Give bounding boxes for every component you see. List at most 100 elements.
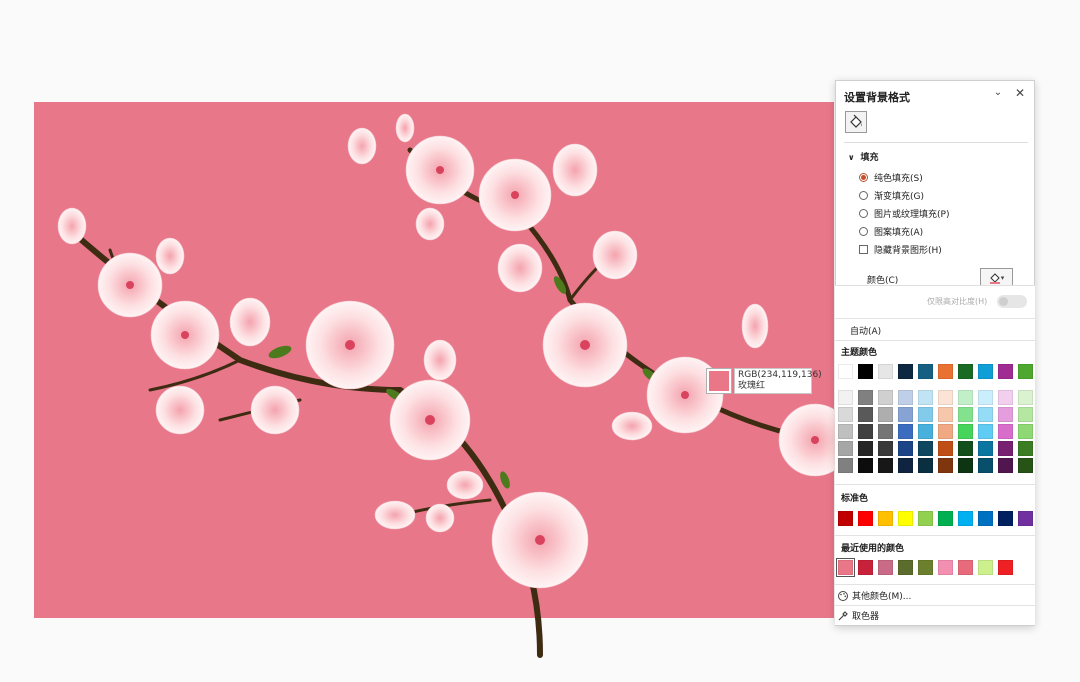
recent-color-swatch[interactable] [918, 560, 933, 575]
theme-shade-swatch[interactable] [998, 424, 1013, 439]
theme-shade-swatch[interactable] [918, 458, 933, 473]
theme-color-swatch[interactable] [958, 364, 973, 379]
theme-color-swatch[interactable] [1018, 364, 1033, 379]
theme-shade-swatch[interactable] [858, 424, 873, 439]
radio-pattern-fill[interactable] [859, 226, 868, 236]
theme-shade-swatch[interactable] [978, 390, 993, 405]
theme-shade-swatch[interactable] [958, 424, 973, 439]
theme-shade-swatch[interactable] [898, 424, 913, 439]
theme-shade-swatch[interactable] [958, 458, 973, 473]
theme-shade-swatch[interactable] [998, 407, 1013, 422]
gradient-fill-option[interactable]: 渐变填充(G) [859, 189, 924, 202]
radio-solid-fill[interactable] [859, 172, 868, 182]
standard-color-swatch[interactable] [838, 511, 853, 526]
standard-color-swatch[interactable] [858, 511, 873, 526]
slide-canvas[interactable] [34, 102, 834, 618]
theme-shade-swatch[interactable] [998, 441, 1013, 456]
theme-shade-swatch[interactable] [838, 390, 853, 405]
standard-color-swatch[interactable] [938, 511, 953, 526]
standard-color-swatch[interactable] [898, 511, 913, 526]
theme-shade-swatch[interactable] [958, 407, 973, 422]
standard-color-swatch[interactable] [1018, 511, 1033, 526]
theme-color-swatch[interactable] [898, 364, 913, 379]
theme-shade-swatch[interactable] [958, 441, 973, 456]
theme-color-swatch[interactable] [918, 364, 933, 379]
theme-color-swatch[interactable] [938, 364, 953, 379]
paint-bucket-icon [850, 114, 862, 128]
theme-shade-swatch[interactable] [938, 390, 953, 405]
theme-shade-swatch[interactable] [978, 458, 993, 473]
theme-shade-swatch[interactable] [978, 441, 993, 456]
theme-shade-swatch[interactable] [838, 458, 853, 473]
theme-shade-swatch[interactable] [838, 407, 853, 422]
theme-shade-swatch[interactable] [858, 458, 873, 473]
theme-shade-swatch[interactable] [958, 390, 973, 405]
radio-gradient-fill[interactable] [859, 190, 868, 200]
picked-color-preview [706, 368, 732, 394]
theme-shade-swatch[interactable] [898, 458, 913, 473]
theme-color-swatch[interactable] [978, 364, 993, 379]
theme-shade-swatch[interactable] [858, 441, 873, 456]
theme-shade-swatch[interactable] [998, 458, 1013, 473]
theme-shade-swatch[interactable] [858, 390, 873, 405]
recent-color-swatch[interactable] [958, 560, 973, 575]
theme-shade-swatch[interactable] [878, 441, 893, 456]
theme-shade-swatch[interactable] [1018, 407, 1033, 422]
fill-tab-button[interactable] [845, 111, 867, 133]
recent-color-swatch[interactable] [878, 560, 893, 575]
theme-shade-swatch[interactable] [898, 390, 913, 405]
standard-color-swatch[interactable] [918, 511, 933, 526]
high-contrast-toggle[interactable] [997, 295, 1027, 308]
theme-shade-swatch[interactable] [878, 390, 893, 405]
theme-shade-swatch[interactable] [858, 407, 873, 422]
solid-fill-option[interactable]: 纯色填充(S) [859, 171, 923, 184]
close-icon[interactable]: ✕ [1013, 86, 1027, 100]
hide-background-graphics-option[interactable]: 隐藏背景图形(H) [859, 243, 942, 256]
recent-color-swatch[interactable] [998, 560, 1013, 575]
hide-graphics-checkbox[interactable] [859, 244, 868, 254]
theme-shade-swatch[interactable] [838, 424, 853, 439]
theme-shade-swatch[interactable] [998, 390, 1013, 405]
standard-color-swatch[interactable] [878, 511, 893, 526]
theme-shade-swatch[interactable] [898, 407, 913, 422]
theme-shade-swatch[interactable] [978, 407, 993, 422]
recent-color-swatch[interactable] [978, 560, 993, 575]
recent-color-swatch[interactable] [938, 560, 953, 575]
theme-shade-swatch[interactable] [1018, 390, 1033, 405]
theme-shade-swatch[interactable] [938, 407, 953, 422]
theme-shade-swatch[interactable] [1018, 458, 1033, 473]
theme-color-swatch[interactable] [998, 364, 1013, 379]
standard-color-swatch[interactable] [978, 511, 993, 526]
theme-color-swatch[interactable] [858, 364, 873, 379]
theme-shade-swatch[interactable] [878, 458, 893, 473]
pattern-fill-option[interactable]: 图案填充(A) [859, 225, 923, 238]
theme-shade-swatch[interactable] [938, 458, 953, 473]
theme-shade-swatch[interactable] [1018, 424, 1033, 439]
theme-shade-swatch[interactable] [838, 441, 853, 456]
more-colors-option[interactable]: 其他颜色(M)... [837, 589, 911, 602]
eyedropper-option[interactable]: 取色器 [837, 609, 879, 622]
theme-shade-swatch[interactable] [918, 407, 933, 422]
fill-section-header[interactable]: ∨ 填充 [848, 150, 879, 163]
recent-color-swatch[interactable] [898, 560, 913, 575]
theme-shade-swatch[interactable] [918, 390, 933, 405]
theme-shade-swatch[interactable] [1018, 441, 1033, 456]
theme-shade-swatch[interactable] [918, 424, 933, 439]
radio-picture-fill[interactable] [859, 208, 868, 218]
chevron-down-icon[interactable]: ⌄ [991, 87, 1005, 101]
recent-color-swatch[interactable] [836, 558, 855, 577]
theme-shade-swatch[interactable] [938, 441, 953, 456]
recent-color-swatch[interactable] [858, 560, 873, 575]
theme-color-swatch[interactable] [838, 364, 853, 379]
picture-fill-option[interactable]: 图片或纹理填充(P) [859, 207, 949, 220]
theme-shade-swatch[interactable] [918, 441, 933, 456]
theme-shade-swatch[interactable] [878, 407, 893, 422]
automatic-color-option[interactable]: 自动(A) [850, 324, 881, 337]
theme-shade-swatch[interactable] [938, 424, 953, 439]
theme-shade-swatch[interactable] [978, 424, 993, 439]
standard-color-swatch[interactable] [958, 511, 973, 526]
theme-shade-swatch[interactable] [878, 424, 893, 439]
standard-color-swatch[interactable] [998, 511, 1013, 526]
theme-shade-swatch[interactable] [898, 441, 913, 456]
theme-color-swatch[interactable] [878, 364, 893, 379]
